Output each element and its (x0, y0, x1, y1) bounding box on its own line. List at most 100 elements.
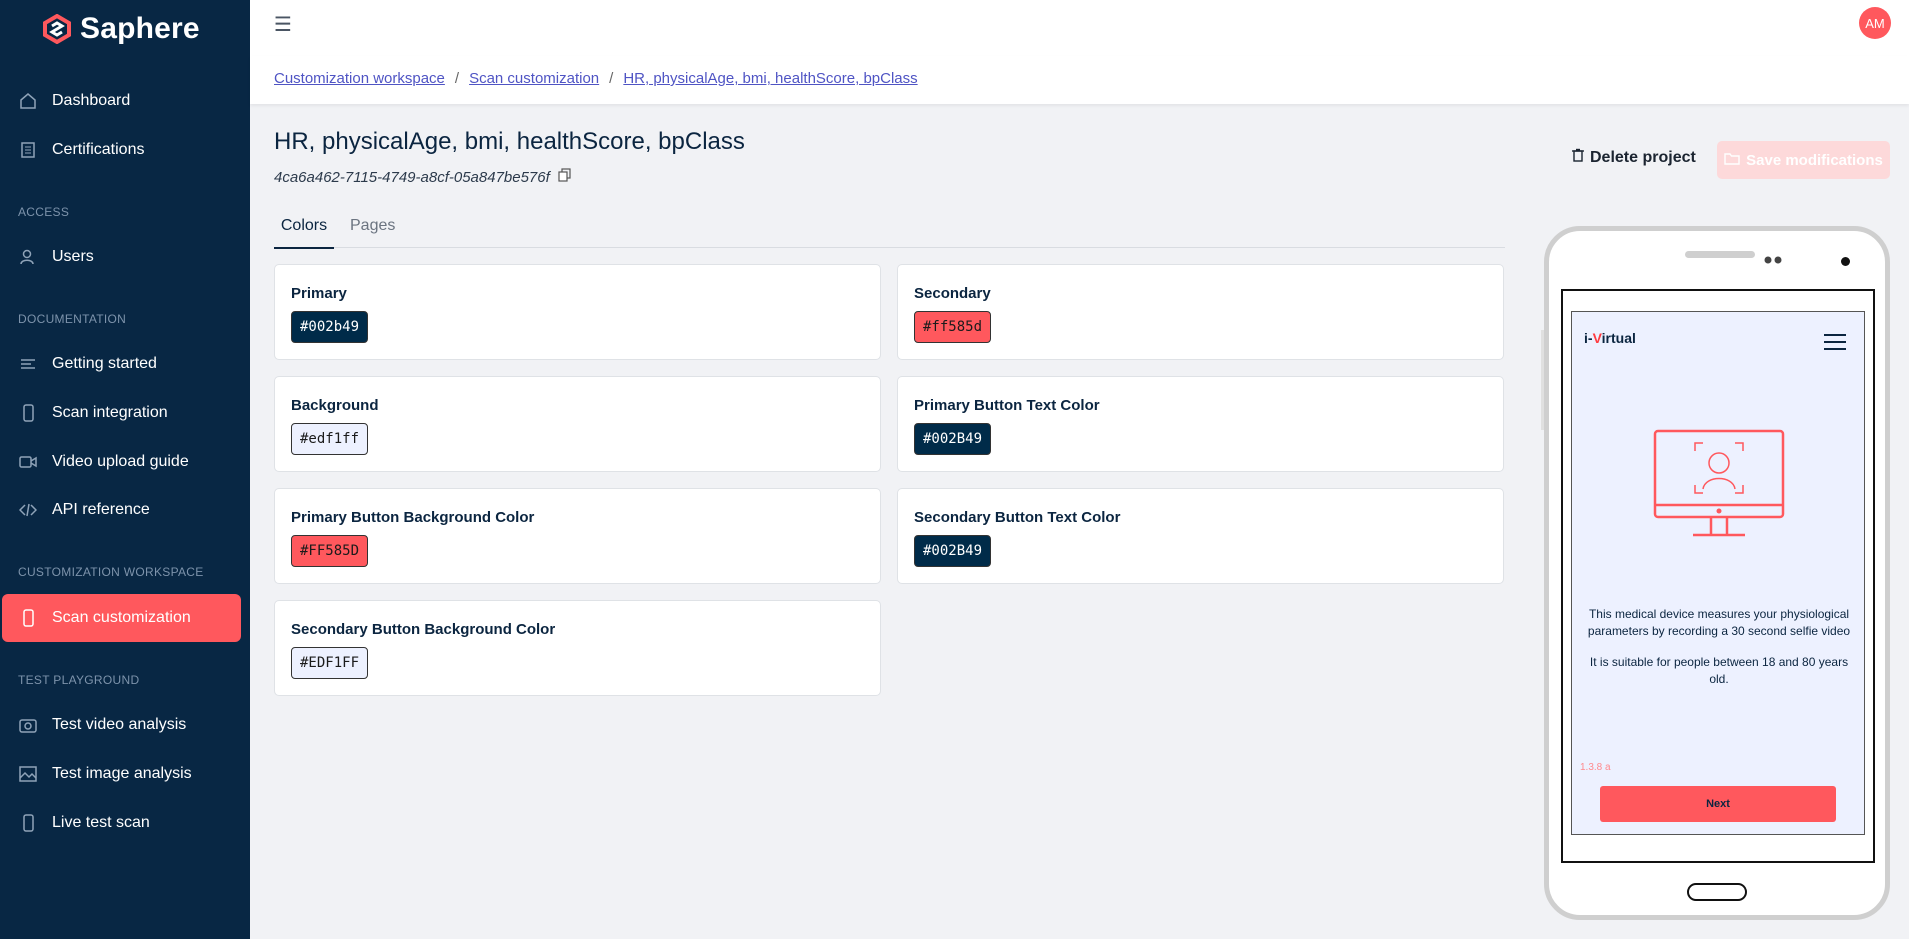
image-icon (18, 764, 38, 784)
building-icon (18, 140, 38, 160)
phone-preview: i-Virtual This medical device measures y… (1544, 226, 1890, 920)
preview-brand-suffix: irtual (1601, 330, 1636, 346)
breadcrumb-link-project[interactable]: HR, physicalAge, bmi, healthScore, bpCla… (623, 70, 917, 87)
align-left-icon (18, 354, 38, 374)
preview-message-device: This medical device measures your physio… (1587, 607, 1851, 638)
sidebar-item-scan-customization[interactable]: Scan customization (2, 594, 241, 642)
users-icon (18, 247, 38, 267)
color-card-primary-button-bg: Primary Button Background Color #FF585D (274, 488, 881, 584)
sidebar-item-video-upload-guide[interactable]: Video upload guide (2, 438, 241, 486)
tab-colors[interactable]: Colors (274, 215, 334, 249)
color-swatch-input[interactable]: #ff585d (914, 311, 992, 343)
tab-bar: Colors Pages (274, 215, 1505, 249)
sidebar-item-label: Dashboard (52, 92, 131, 109)
color-label: Secondary Button Text Color (914, 509, 1121, 526)
phone-screen: i-Virtual This medical device measures y… (1561, 289, 1875, 863)
folder-icon (1724, 152, 1740, 169)
color-label: Primary Button Text Color (914, 397, 1100, 414)
phone-sensors (1763, 251, 1785, 264)
project-uuid: 4ca6a462-7115-4749-a8cf-05a847be576f (274, 168, 572, 186)
breadcrumb: Customization workspace / Scan customiza… (274, 70, 918, 87)
phone-icon (18, 403, 38, 423)
camera-icon (18, 715, 38, 735)
preview-brand-logo: i-Virtual (1584, 330, 1636, 346)
sidebar: Saphere Dashboard Certifications ACCESS … (0, 0, 250, 939)
phone-camera (1841, 257, 1850, 266)
page-title: HR, physicalAge, bmi, healthScore, bpCla… (274, 128, 745, 155)
sidebar-item-api-reference[interactable]: API reference (2, 486, 241, 534)
breadcrumb-separator: / (454, 70, 460, 87)
video-icon (18, 452, 38, 472)
menu-toggle-icon[interactable]: ☰ (274, 12, 292, 37)
breadcrumb-link-workspace[interactable]: Customization workspace (274, 70, 445, 87)
breadcrumb-link-scan-customization[interactable]: Scan customization (469, 70, 599, 87)
breadcrumb-separator: / (609, 70, 614, 87)
preview-brand-v: V (1592, 330, 1602, 346)
preview-app-screen: i-Virtual This medical device measures y… (1571, 311, 1865, 835)
section-title-customization: CUSTOMIZATION WORKSPACE (18, 565, 204, 579)
phone-icon (18, 608, 38, 628)
section-title-playground: TEST PLAYGROUND (18, 673, 140, 687)
sidebar-item-label: Users (52, 248, 94, 265)
sidebar-item-label: Certifications (52, 141, 145, 158)
color-label: Primary (291, 285, 347, 302)
sidebar-item-dashboard[interactable]: Dashboard (2, 77, 241, 125)
section-title-documentation: DOCUMENTATION (18, 312, 127, 326)
sidebar-item-live-test-scan[interactable]: Live test scan (2, 799, 241, 847)
avatar[interactable]: AM (1859, 7, 1891, 39)
brand-logo[interactable]: Saphere (42, 12, 200, 46)
delete-project-button[interactable]: Delete project (1572, 148, 1696, 167)
save-modifications-button[interactable]: Save modifications (1717, 141, 1890, 179)
preview-version: 1.3.8 a (1580, 762, 1611, 773)
sidebar-item-label: Getting started (52, 355, 157, 372)
color-card-primary: Primary #002b49 (274, 264, 881, 360)
color-card-secondary: Secondary #ff585d (897, 264, 1504, 360)
color-card-secondary-button-bg: Secondary Button Background Color #EDF1F… (274, 600, 881, 696)
code-icon (18, 500, 38, 520)
color-label: Background (291, 397, 379, 414)
preview-next-button[interactable]: Next (1600, 786, 1836, 822)
sidebar-item-test-video-analysis[interactable]: Test video analysis (2, 701, 241, 749)
color-swatch-input[interactable]: #002B49 (914, 535, 992, 567)
save-modifications-label: Save modifications (1746, 151, 1883, 169)
preview-brand-prefix: i- (1584, 330, 1593, 346)
sidebar-item-certifications[interactable]: Certifications (2, 126, 241, 174)
sidebar-item-label: API reference (52, 501, 150, 518)
sidebar-item-label: Scan integration (52, 404, 168, 421)
color-swatch-input[interactable]: #002B49 (914, 423, 992, 455)
preview-message-age: It is suitable for people between 18 and… (1589, 655, 1849, 686)
sidebar-item-getting-started[interactable]: Getting started (2, 340, 241, 388)
phone-icon (18, 813, 38, 833)
trash-icon (1572, 148, 1584, 167)
color-card-background: Background #edf1ff (274, 376, 881, 472)
color-swatch-input[interactable]: #FF585D (291, 535, 369, 567)
color-swatch-input[interactable]: #edf1ff (291, 423, 369, 455)
sidebar-item-scan-integration[interactable]: Scan integration (2, 389, 241, 437)
phone-speaker (1685, 251, 1755, 258)
color-label: Primary Button Background Color (291, 509, 535, 526)
delete-project-label: Delete project (1590, 148, 1696, 166)
sidebar-item-label: Scan customization (52, 609, 191, 626)
preview-menu-icon[interactable] (1824, 334, 1846, 355)
copy-icon[interactable] (558, 168, 572, 186)
color-label: Secondary Button Background Color (291, 621, 556, 638)
color-label: Secondary (914, 285, 991, 302)
section-title-access: ACCESS (18, 205, 70, 219)
color-swatch-input[interactable]: #002b49 (291, 311, 369, 343)
sidebar-item-test-image-analysis[interactable]: Test image analysis (2, 750, 241, 798)
sidebar-item-users[interactable]: Users (2, 233, 241, 281)
sidebar-item-label: Video upload guide (52, 453, 189, 470)
monitor-face-scan-icon (1653, 429, 1785, 537)
saphere-logo-icon (43, 14, 71, 44)
phone-home-button (1687, 883, 1747, 901)
sidebar-item-label: Test image analysis (52, 765, 192, 782)
tab-pages[interactable]: Pages (350, 215, 395, 247)
brand-name: Saphere (80, 12, 200, 45)
sidebar-item-label: Test video analysis (52, 716, 187, 733)
home-icon (18, 91, 38, 111)
top-bar (250, 0, 1909, 57)
color-swatch-input[interactable]: #EDF1FF (291, 647, 369, 679)
color-card-secondary-button-text: Secondary Button Text Color #002B49 (897, 488, 1504, 584)
sidebar-item-label: Live test scan (52, 814, 150, 831)
project-uuid-text: 4ca6a462-7115-4749-a8cf-05a847be576f (274, 168, 550, 186)
